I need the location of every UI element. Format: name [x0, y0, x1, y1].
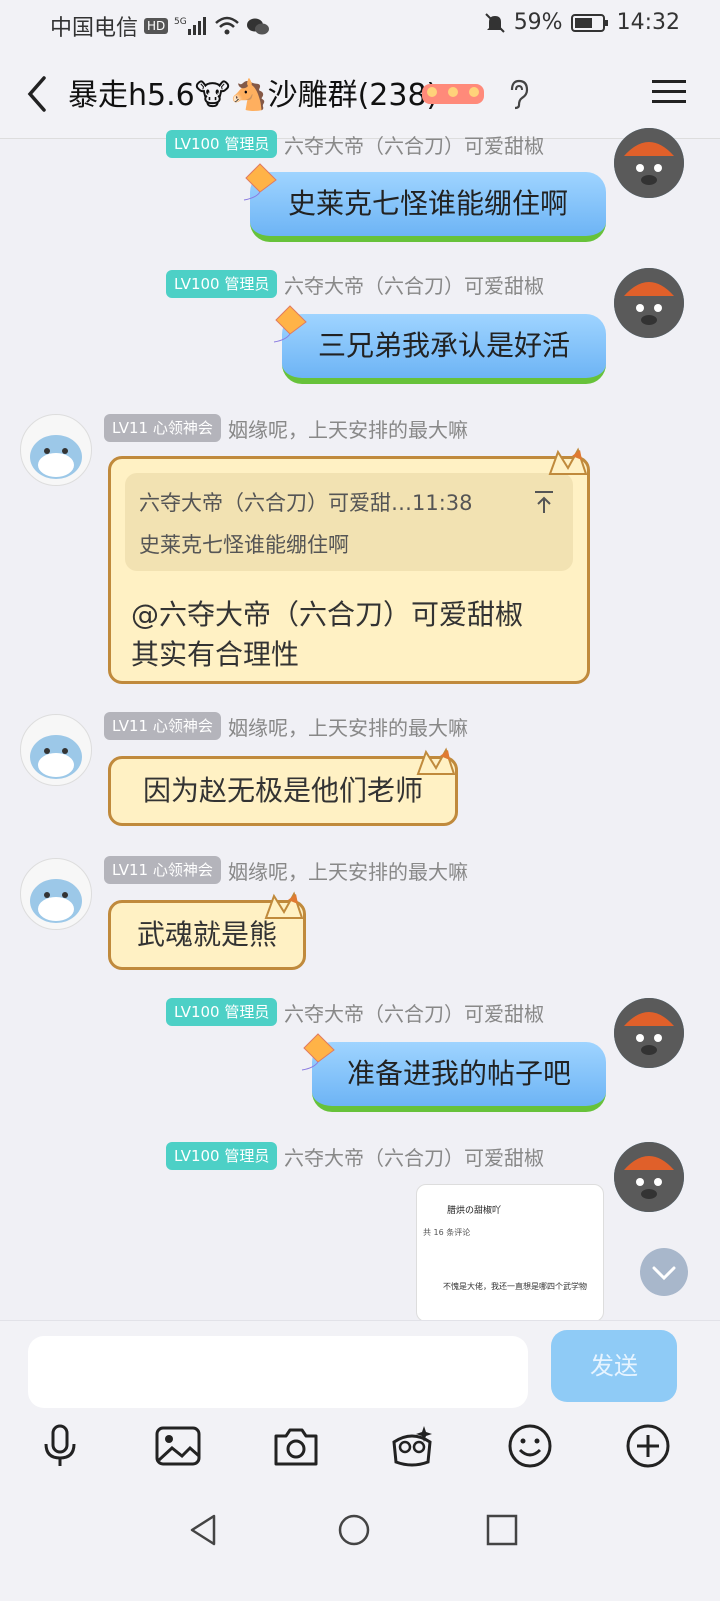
cat-ears-icon	[264, 891, 304, 919]
message-input[interactable]	[28, 1336, 528, 1408]
member-badge: LV100 管理员	[166, 1142, 278, 1170]
cat-ears-icon	[416, 747, 456, 775]
reply-bubble[interactable]: 六夺大帝（六合刀）可爱甜…11:38 史莱克七怪谁能绷住啊 @六夺大帝（六合刀）…	[108, 456, 590, 684]
member-badge: LV11 心领神会	[104, 856, 221, 884]
wolf-avatar-icon	[614, 128, 684, 198]
avatar[interactable]	[614, 128, 684, 198]
kite-icon	[273, 305, 307, 343]
message-bubble[interactable]: 三兄弟我承认是好活	[282, 314, 606, 384]
microphone-icon[interactable]	[36, 1422, 84, 1470]
menu-icon[interactable]	[652, 78, 686, 106]
screenshot-comment: 不愧是大佬，我还一直想是哪四个武学物	[443, 1282, 587, 1291]
message-bubble[interactable]: 因为赵无极是他们老师	[108, 756, 458, 826]
battery-icon	[570, 13, 608, 32]
nav-recents-icon[interactable]	[482, 1510, 522, 1550]
nav-home-icon[interactable]	[334, 1510, 374, 1550]
wolf-avatar-icon	[614, 268, 684, 338]
member-badge: LV100 管理员	[166, 270, 278, 298]
image-icon[interactable]	[154, 1422, 202, 1470]
wechat-icon	[247, 18, 270, 35]
quoted-text: 史莱克七怪谁能绷住啊	[139, 533, 349, 557]
sender-name[interactable]: 六夺大帝（六合刀）可爱甜椒	[284, 998, 544, 1027]
message-bubble[interactable]: 准备进我的帖子吧	[312, 1042, 606, 1112]
sender-name[interactable]: 六夺大帝（六合刀）可爱甜椒	[284, 130, 544, 159]
member-badge: LV100 管理员	[166, 998, 278, 1026]
sender-name[interactable]: 六夺大帝（六合刀）可爱甜椒	[284, 270, 544, 299]
message-bubble[interactable]: 史莱克七怪谁能绷住啊	[250, 172, 606, 242]
sender-name[interactable]: 姻缘呢，上天安排的最大嘛	[228, 712, 468, 741]
member-badge: LV11 心领神会	[104, 712, 221, 740]
quoted-message[interactable]: 六夺大帝（六合刀）可爱甜…11:38 史莱克七怪谁能绷住啊	[125, 473, 573, 571]
mention-text: @六夺大帝（六合刀）可爱甜椒	[131, 598, 524, 631]
chat-header: 暴走h5.6🐮🐴沙雕群(238)	[0, 48, 720, 139]
shark-avatar-icon	[30, 735, 82, 779]
member-badge: LV11 心领神会	[104, 414, 221, 442]
avatar[interactable]	[20, 714, 92, 786]
nav-back-icon[interactable]	[184, 1510, 224, 1550]
sender-name[interactable]: 姻缘呢，上天安排的最大嘛	[228, 414, 468, 443]
group-title: 暴走h5.6🐮🐴沙雕群(238)	[68, 78, 439, 113]
svg-text:5G: 5G	[174, 17, 187, 27]
carrier-label: 中国电信	[50, 16, 139, 41]
back-icon[interactable]	[22, 74, 52, 114]
status-bar: 中国电信 HD 5G 59% 14:32	[0, 0, 720, 48]
avatar[interactable]	[614, 268, 684, 338]
signal-icon: 5G	[174, 17, 207, 35]
image-message[interactable]: 腊烘の甜椒吖 共 16 条评论 不愧是大佬，我还一直想是哪四个武学物	[416, 1184, 604, 1322]
avatar[interactable]	[614, 998, 684, 1068]
plus-icon[interactable]	[624, 1422, 672, 1470]
battery-percent: 59%	[513, 10, 563, 35]
wifi-icon	[215, 16, 240, 35]
funny-face-icon[interactable]	[388, 1422, 436, 1470]
screenshot-title: 腊烘の甜椒吖	[447, 1206, 502, 1216]
wolf-avatar-icon	[614, 998, 684, 1068]
clock: 14:32	[616, 10, 680, 35]
mute-icon	[484, 12, 505, 33]
member-badge: LV100 管理员	[166, 130, 278, 158]
ear-icon[interactable]	[505, 78, 531, 110]
camera-icon[interactable]	[272, 1422, 320, 1470]
kite-icon	[243, 163, 277, 201]
kite-icon	[301, 1033, 335, 1071]
jump-up-icon[interactable]	[533, 489, 555, 515]
cat-ears-icon	[548, 447, 588, 475]
send-button[interactable]: 发送	[551, 1330, 677, 1402]
screenshot-count: 共 16 条评论	[423, 1228, 471, 1237]
sender-name[interactable]: 六夺大帝（六合刀）可爱甜椒	[284, 1142, 544, 1171]
wolf-avatar-icon	[614, 1142, 684, 1212]
hd-icon: HD	[144, 18, 169, 34]
shark-avatar-icon	[30, 435, 82, 479]
emoji-icon[interactable]	[506, 1422, 554, 1470]
sender-name[interactable]: 姻缘呢，上天安排的最大嘛	[228, 856, 468, 885]
shark-avatar-icon	[30, 879, 82, 923]
scroll-down-button[interactable]	[640, 1248, 688, 1296]
avatar[interactable]	[20, 414, 92, 486]
quoted-sender: 六夺大帝（六合刀）可爱甜…11:38	[139, 491, 473, 515]
message-text: 其实有合理性	[131, 638, 300, 671]
avatar[interactable]	[20, 858, 92, 930]
group-level-badge-icon	[422, 84, 484, 104]
chevron-down-icon	[652, 1266, 676, 1281]
avatar[interactable]	[614, 1142, 684, 1212]
